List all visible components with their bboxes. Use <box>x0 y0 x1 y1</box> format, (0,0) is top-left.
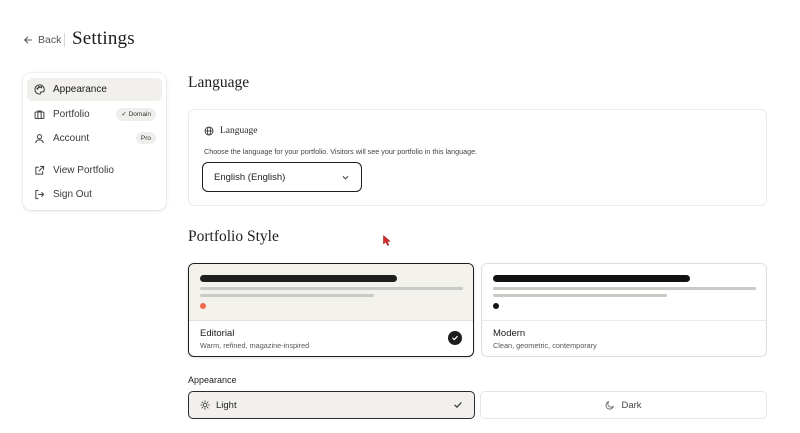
preview-accent-dot <box>200 303 206 309</box>
palette-icon <box>34 84 45 95</box>
dark-mode-button[interactable]: Dark <box>480 391 767 419</box>
arrow-left-icon <box>23 35 33 45</box>
style-description: Warm, refined, magazine-inspired <box>200 341 310 350</box>
header-divider <box>64 33 65 47</box>
sidebar-separator <box>27 152 162 159</box>
sidebar-item-label: Sign Out <box>53 189 92 200</box>
preview-text-bar <box>493 294 667 297</box>
moon-icon <box>605 400 615 410</box>
back-button[interactable]: Back <box>23 34 61 46</box>
appearance-label: Appearance <box>188 375 237 385</box>
external-link-icon <box>34 165 45 176</box>
sidebar-item-sign-out[interactable]: Sign Out <box>27 183 162 206</box>
portfolio-style-section-title: Portfolio Style <box>188 228 279 245</box>
sidebar-item-portfolio[interactable]: Portfolio ✓ Domain <box>27 103 162 126</box>
light-mode-button[interactable]: Light <box>188 391 475 419</box>
language-card: Language Choose the language for your po… <box>188 109 767 206</box>
sidebar-item-appearance[interactable]: Appearance <box>27 78 162 101</box>
sidebar-item-label: Portfolio <box>53 108 90 120</box>
language-section-title: Language <box>188 74 250 91</box>
style-description: Clean, geometric, contemporary <box>493 341 597 350</box>
sidebar-item-label: Appearance <box>53 84 107 95</box>
preview-text-bar <box>200 287 463 290</box>
sidebar-item-label: View Portfolio <box>53 164 114 176</box>
dark-mode-label: Dark <box>621 399 642 411</box>
style-name: Editorial <box>200 328 235 339</box>
sidebar-item-account[interactable]: Account Pro <box>27 127 162 150</box>
user-icon <box>34 133 45 144</box>
preview-heading-bar <box>200 275 397 282</box>
sign-out-icon <box>34 189 45 200</box>
style-name: Modern <box>493 328 526 339</box>
selected-check-icon <box>448 331 462 345</box>
language-description: Choose the language for your portfolio. … <box>204 147 478 156</box>
domain-badge: ✓ Domain <box>116 107 156 121</box>
style-preview <box>189 264 473 321</box>
preview-heading-bar <box>493 275 690 282</box>
preview-text-bar <box>493 287 756 290</box>
page-title: Settings <box>72 28 135 49</box>
back-label: Back <box>38 34 62 46</box>
style-preview <box>482 264 766 321</box>
language-select[interactable]: English (English) <box>202 162 362 192</box>
pro-badge: Pro <box>135 132 156 144</box>
light-mode-label: Light <box>216 399 237 411</box>
preview-text-bar <box>200 294 374 297</box>
sidebar-item-label: Account <box>53 133 90 144</box>
mouse-cursor-icon <box>383 235 391 246</box>
language-card-title: Language <box>220 126 258 136</box>
check-icon <box>453 400 463 410</box>
preview-accent-dot <box>493 303 499 309</box>
language-select-value: English (English) <box>214 171 286 183</box>
language-card-header: Language <box>204 126 257 136</box>
chevron-down-icon <box>341 173 350 182</box>
sidebar-item-view-portfolio[interactable]: View Portfolio <box>27 159 162 182</box>
sun-icon <box>200 400 210 410</box>
style-option-editorial[interactable]: Editorial Warm, refined, magazine-inspir… <box>188 263 474 357</box>
settings-sidebar: Appearance Portfolio ✓ Domain Account Pr… <box>23 73 166 210</box>
briefcase-icon <box>34 109 45 120</box>
style-option-modern[interactable]: Modern Clean, geometric, contemporary <box>481 263 767 357</box>
globe-icon <box>204 126 214 136</box>
